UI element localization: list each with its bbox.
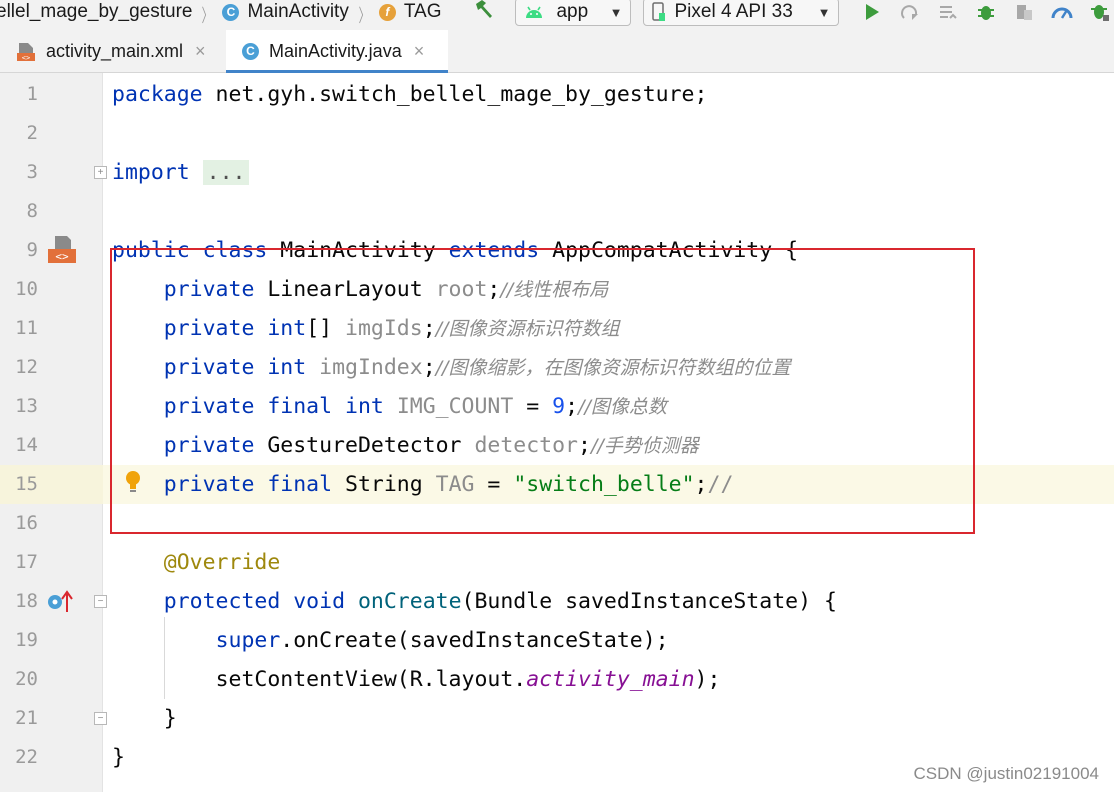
related-xml-layout-icon[interactable]: <> <box>47 235 77 265</box>
breadcrumb-class[interactable]: C MainActivity <box>222 0 349 27</box>
breadcrumb-class-label: MainActivity <box>247 1 349 22</box>
code-line[interactable]: 17 @Override <box>0 543 1114 582</box>
code-text: private final int IMG_COUNT = 9;//图像总数 <box>163 394 667 419</box>
line-number: 20 <box>15 668 38 690</box>
code-line-current[interactable]: 15 private final String TAG = "switch_be… <box>0 465 1114 504</box>
android-icon <box>526 6 543 18</box>
line-number: 19 <box>15 629 38 651</box>
breadcrumb-separator-icon: 〉 <box>358 6 370 26</box>
tab-activity-main-xml[interactable]: <> activity_main.xml × <box>16 30 206 73</box>
run-tests-bug-icon[interactable] <box>1089 1 1111 23</box>
code-line[interactable]: 13 private final int IMG_COUNT = 9;//图像总… <box>0 387 1114 426</box>
run-configuration-dropdown[interactable]: app ▼ <box>515 0 632 26</box>
code-line[interactable]: 14 private GestureDetector detector;//手势… <box>0 426 1114 465</box>
code-line[interactable]: 11 private int[] imgIds;//图像资源标识符数组 <box>0 309 1114 348</box>
code-line[interactable]: 19 super.onCreate(savedInstanceState); <box>0 621 1114 660</box>
code-line[interactable]: 2 <box>0 114 1114 153</box>
code-text: } <box>112 745 125 770</box>
code-line[interactable]: 12 private int imgIndex;//图像缩影，在图像资源标识符数… <box>0 348 1114 387</box>
phone-icon <box>652 2 666 21</box>
code-text: protected void onCreate(Bundle savedInst… <box>163 589 837 614</box>
fold-collapse-icon[interactable]: − <box>94 595 107 608</box>
navigation-bar: ellel_mage_by_gesture 〉 C MainActivity 〉… <box>0 0 1114 30</box>
tab-mainactivity-java[interactable]: C MainActivity.java × <box>226 30 448 73</box>
close-icon[interactable]: × <box>195 41 206 62</box>
indent-guide <box>164 617 165 699</box>
chevron-down-icon: ▼ <box>609 4 623 20</box>
line-number: 2 <box>26 122 38 144</box>
tab-label: activity_main.xml <box>46 41 184 61</box>
close-icon[interactable]: × <box>414 41 425 62</box>
code-line[interactable]: 8 <box>0 192 1114 231</box>
run-icon[interactable] <box>861 1 883 23</box>
breadcrumb-field-label: TAG <box>403 1 442 22</box>
code-line[interactable]: 18 − protected void onCreate(Bundle save… <box>0 582 1114 621</box>
code-text: @Override <box>163 550 281 575</box>
line-number: 13 <box>15 395 38 417</box>
fold-end-icon[interactable]: − <box>94 712 107 725</box>
line-number: 22 <box>15 746 38 768</box>
code-text: public class MainActivity extends AppCom… <box>112 238 799 263</box>
code-text: setContentView(R.layout.activity_main); <box>215 667 721 692</box>
code-text: private int imgIndex;//图像缩影，在图像资源标识符数组的位… <box>163 355 791 380</box>
breadcrumb-project[interactable]: ellel_mage_by_gesture <box>0 0 192 27</box>
line-number: 14 <box>15 434 38 456</box>
code-text: private LinearLayout root;//线性根布局 <box>163 277 609 302</box>
code-line[interactable]: 20 setContentView(R.layout.activity_main… <box>0 660 1114 699</box>
code-line[interactable]: 21 − } <box>0 699 1114 738</box>
code-line[interactable]: 9 <> public class MainActivity extends A… <box>0 231 1114 270</box>
code-text: private int[] imgIds;//图像资源标识符数组 <box>163 316 620 341</box>
line-number: 3 <box>26 161 38 183</box>
svg-text:<>: <> <box>55 250 69 263</box>
tab-label: MainActivity.java <box>269 40 402 61</box>
class-icon: C <box>222 3 240 21</box>
svg-text:<>: <> <box>22 54 30 62</box>
line-number: 17 <box>15 551 38 573</box>
run-configuration-label: app <box>556 1 589 22</box>
code-line[interactable]: 1 package net.gyh.switch_bellel_mage_by_… <box>0 75 1114 114</box>
line-number: 11 <box>15 317 38 339</box>
device-dropdown[interactable]: Pixel 4 API 33 ▼ <box>643 0 840 26</box>
line-number: 1 <box>26 83 38 105</box>
code-line[interactable]: 10 private LinearLayout root;//线性根布局 <box>0 270 1114 309</box>
breadcrumb-field[interactable]: f TAG <box>378 0 442 27</box>
apply-changes-restart-icon[interactable] <box>899 1 921 23</box>
profiler-icon[interactable] <box>1051 1 1073 23</box>
class-icon: C <box>242 42 259 60</box>
line-number: 18 <box>15 590 38 612</box>
code-text: private GestureDetector detector;//手势侦测器 <box>163 433 699 458</box>
device-label: Pixel 4 API 33 <box>674 1 793 22</box>
fold-expand-icon[interactable]: + <box>94 166 107 179</box>
overrides-method-icon[interactable] <box>46 590 74 614</box>
line-number: 16 <box>15 512 38 534</box>
editor-tab-bar: <> activity_main.xml × C MainActivity.ja… <box>0 30 1114 73</box>
code-text: private final String TAG = "switch_belle… <box>163 472 734 497</box>
field-icon: f <box>378 3 396 21</box>
line-number: 12 <box>15 356 38 378</box>
line-number: 8 <box>26 200 38 222</box>
folded-imports: ... <box>202 160 250 185</box>
code-editor[interactable]: 1 package net.gyh.switch_bellel_mage_by_… <box>0 73 1114 792</box>
debug-icon[interactable] <box>975 1 997 23</box>
line-number: 9 <box>26 239 38 261</box>
line-number: 10 <box>15 278 38 300</box>
watermark: CSDN @justin02191004 <box>913 764 1099 783</box>
code-text: import ... <box>112 153 250 192</box>
attach-debugger-icon[interactable] <box>1013 1 1035 23</box>
code-line[interactable]: 3 + import ... <box>0 153 1114 192</box>
breadcrumb-separator-icon: 〉 <box>202 6 213 26</box>
build-hammer-icon[interactable] <box>473 0 495 26</box>
line-number: 15 <box>15 473 38 495</box>
code-text: package net.gyh.switch_bellel_mage_by_ge… <box>112 82 708 107</box>
code-text: super.onCreate(savedInstanceState); <box>215 628 669 653</box>
breadcrumb-project-label: ellel_mage_by_gesture <box>0 1 193 22</box>
xml-file-icon: <> <box>17 42 35 62</box>
apply-code-changes-icon[interactable] <box>937 1 959 23</box>
code-line[interactable]: 16 <box>0 504 1114 543</box>
line-number: 21 <box>15 707 38 729</box>
code-text: } <box>163 706 177 731</box>
chevron-down-icon: ▼ <box>817 4 831 20</box>
